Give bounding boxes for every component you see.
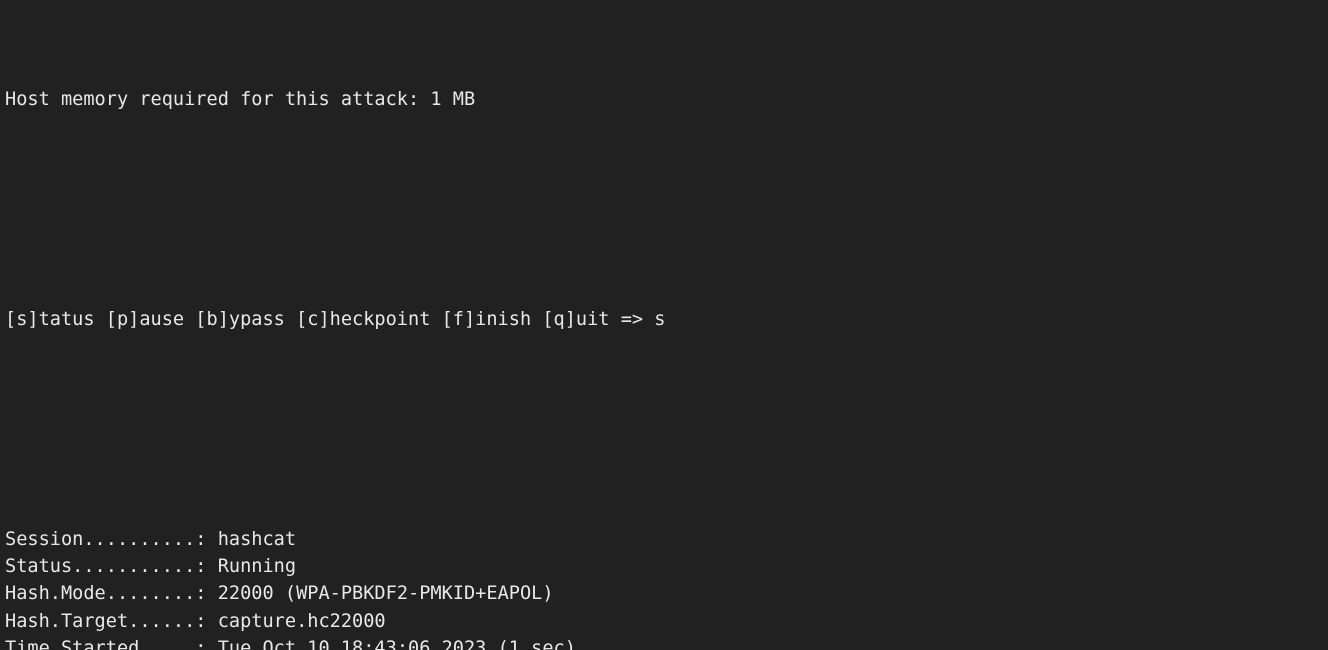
status-row-label: Status...........: — [5, 556, 207, 577]
interactive-prompt-line[interactable]: [s]tatus [p]ause [b]ypass [c]heckpoint [… — [5, 306, 1328, 333]
status-row-label: Hash.Target......: — [5, 611, 207, 632]
status-row-label: Hash.Mode........: — [5, 583, 207, 604]
status-row: Hash.Target......: capture.hc22000 — [5, 608, 1328, 635]
status-row: Session..........: hashcat — [5, 526, 1328, 553]
status-row: Time.Started.....: Tue Oct 10 18:43:06 2… — [5, 635, 1328, 650]
status-row-value: capture.hc22000 — [218, 611, 386, 632]
status-row-value: Tue Oct 10 18:43:06 2023 (1 sec) — [218, 638, 576, 650]
status-block: Session..........: hashcatStatus........… — [5, 526, 1328, 650]
status-row-value: Running — [218, 556, 296, 577]
status-row: Status...........: Running — [5, 553, 1328, 580]
host-memory-line: Host memory required for this attack: 1 … — [5, 86, 1328, 113]
status-row-label: Session..........: — [5, 529, 207, 550]
status-row: Hash.Mode........: 22000 (WPA-PBKDF2-PMK… — [5, 580, 1328, 607]
status-row-label: Time.Started.....: — [5, 638, 207, 650]
blank-line — [5, 196, 1328, 223]
status-row-value: hashcat — [218, 529, 296, 550]
status-row-value: 22000 (WPA-PBKDF2-PMKID+EAPOL) — [218, 583, 554, 604]
terminal-output[interactable]: Host memory required for this attack: 1 … — [0, 0, 1328, 650]
blank-line — [5, 416, 1328, 443]
